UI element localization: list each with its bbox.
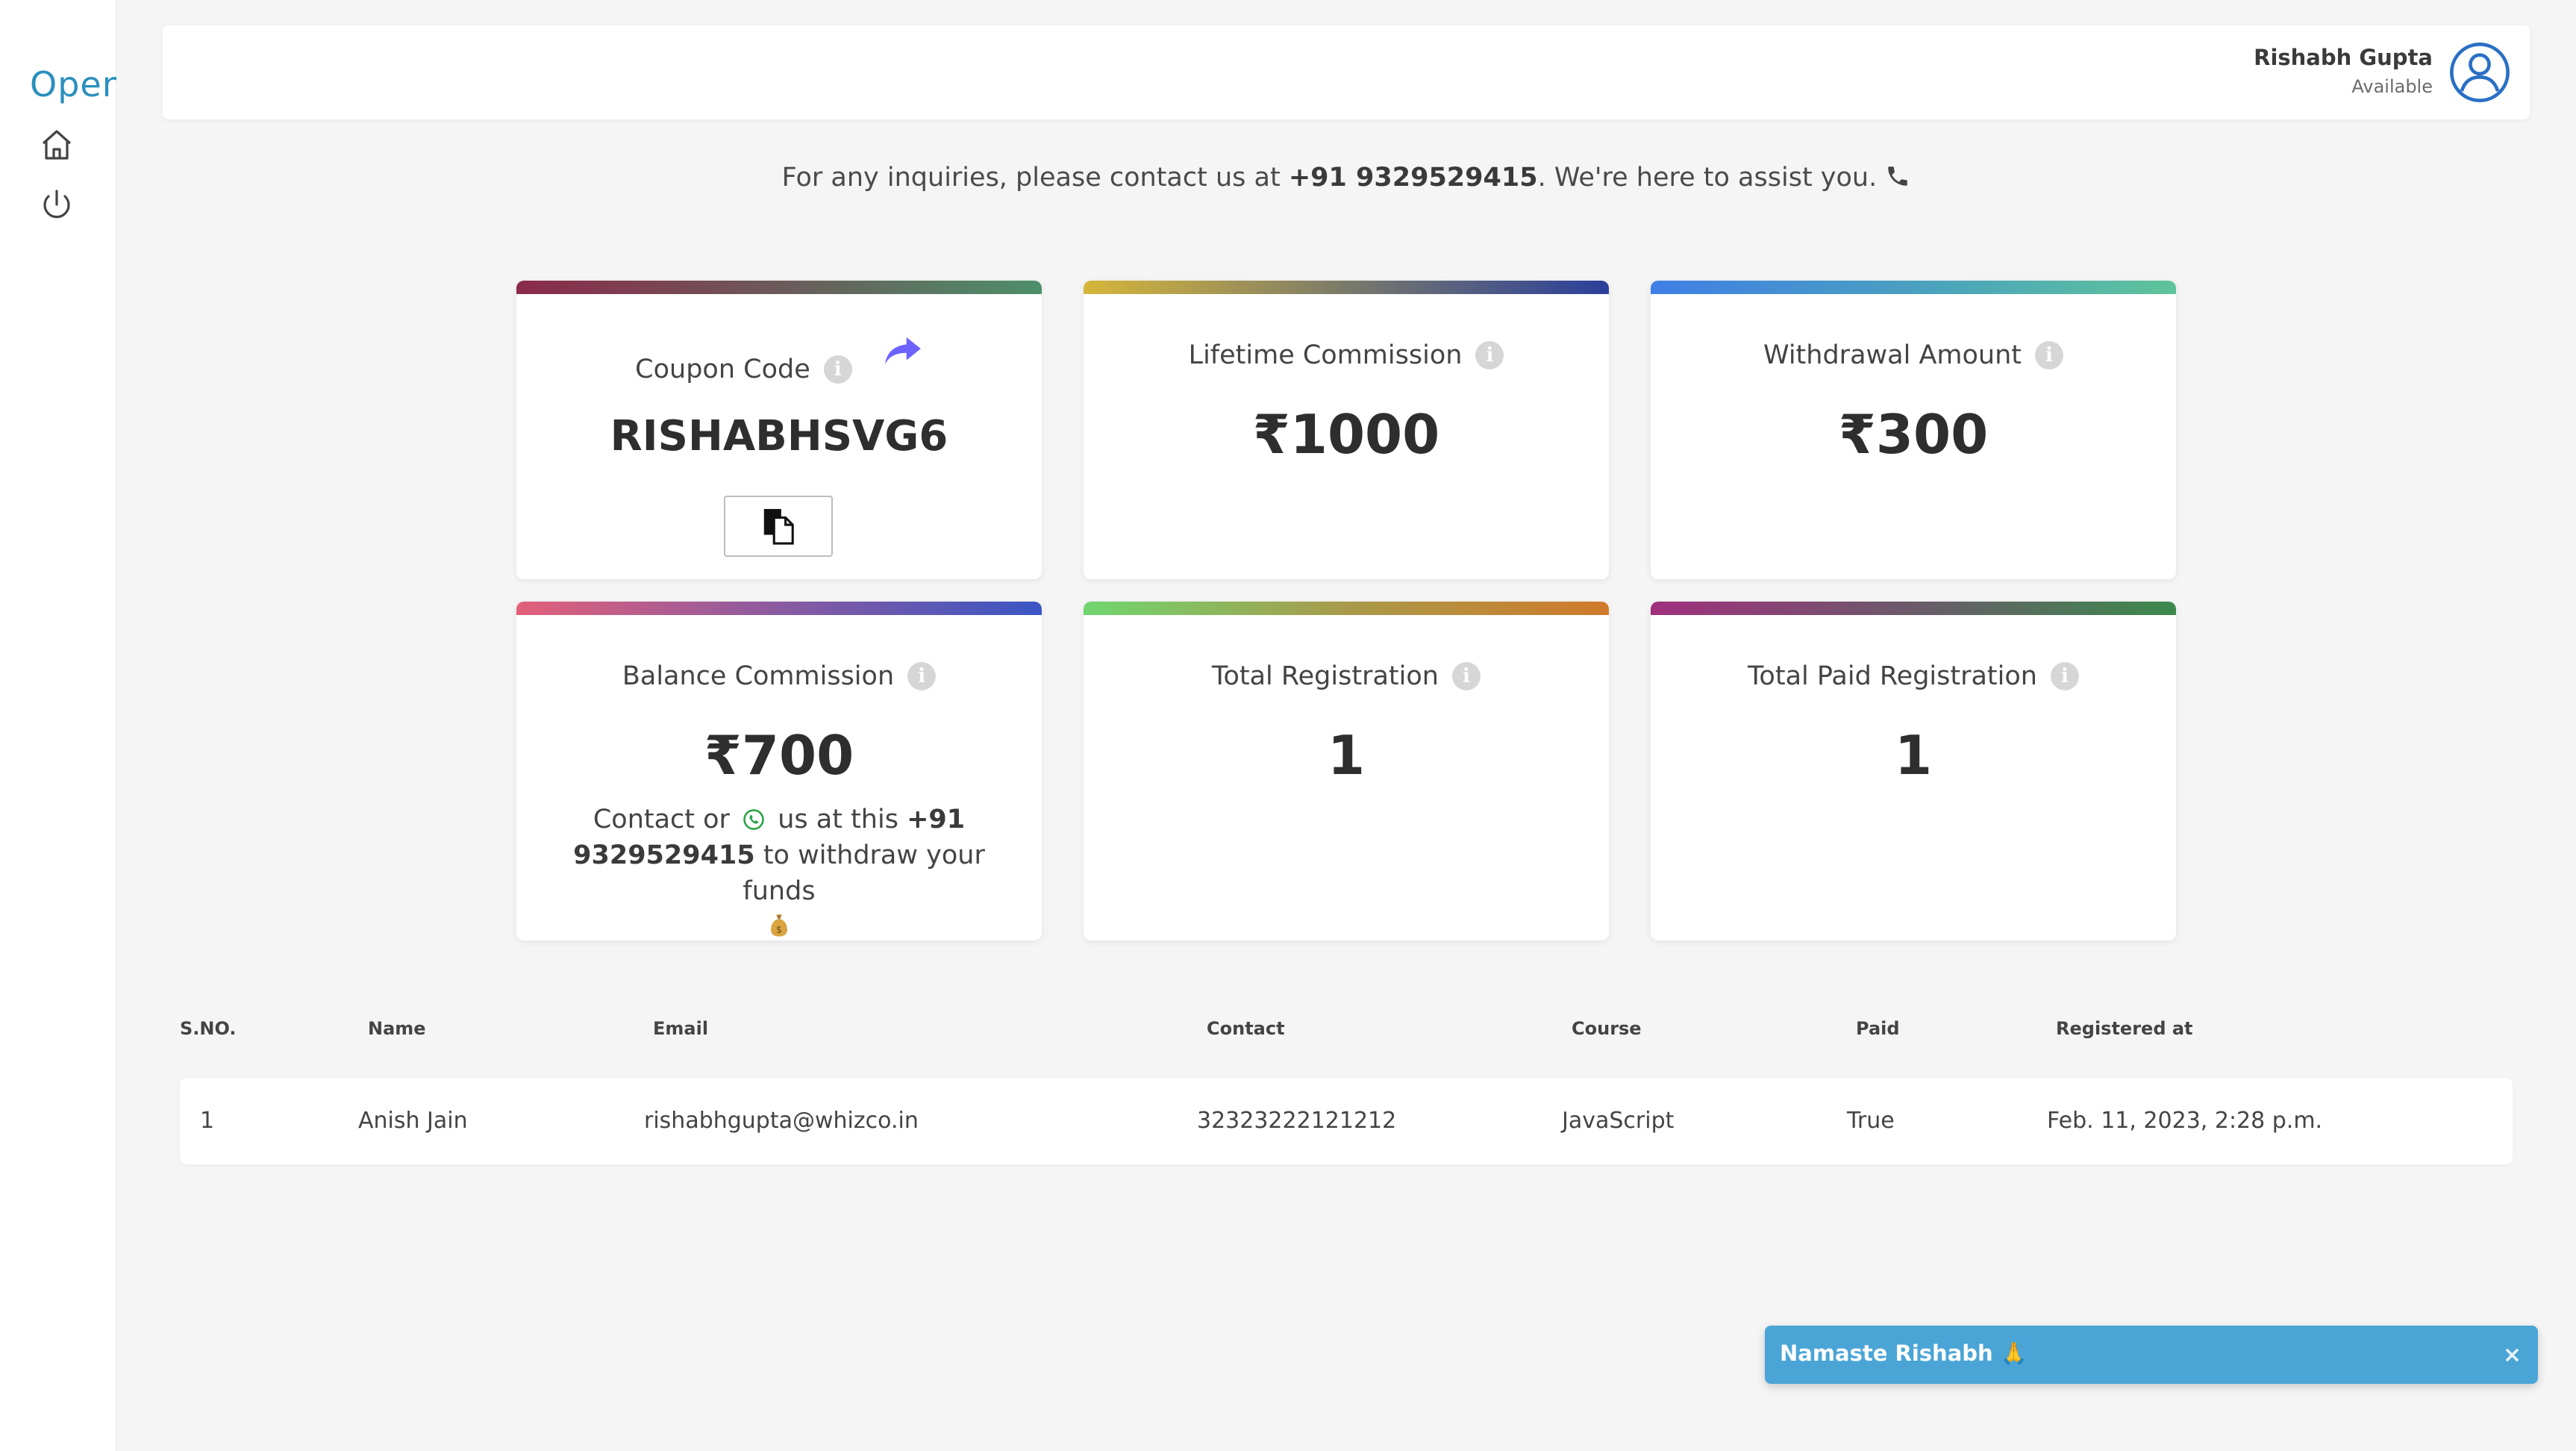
svg-text:$: $: [776, 925, 782, 935]
app-logo[interactable]: Open: [30, 64, 116, 104]
card-value-row: ₹700: [516, 724, 1042, 787]
share-icon[interactable]: [881, 334, 923, 369]
lifetime-commission-card: Lifetime Commission i ₹1000: [1084, 281, 1609, 579]
inquiry-phone: +91 9329529415: [1288, 163, 1538, 193]
cell-course: JavaScript: [1562, 1108, 1675, 1134]
user-status: Available: [2351, 76, 2433, 97]
card-accent-bar: [1084, 602, 1609, 615]
card-title: Coupon Code: [635, 355, 810, 384]
card-title: Withdrawal Amount: [1763, 340, 2022, 370]
top-header: Rishabh Gupta Available: [163, 25, 2530, 119]
total-paid-registration-value: 1: [1894, 724, 1933, 787]
toast-message: Namaste Rishabh 🙏: [1780, 1341, 2028, 1366]
total-paid-registration-card: Total Paid Registration i 1: [1651, 602, 2176, 940]
info-icon[interactable]: i: [1451, 662, 1481, 690]
inquiry-prefix: For any inquiries, please contact us at: [781, 163, 1289, 193]
card-title-row: Lifetime Commission i: [1084, 340, 1609, 370]
cell-sno: 1: [200, 1108, 215, 1134]
home-icon[interactable]: [39, 127, 75, 163]
cell-contact: 32323222121212: [1197, 1108, 1397, 1134]
card-value-row: RISHABHSVG6: [516, 412, 1042, 461]
table-header-paid: Paid: [1856, 1018, 1900, 1039]
money-bag-icon: $: [768, 912, 790, 937]
card-title-row: Coupon Code i: [516, 337, 1042, 384]
whatsapp-icon[interactable]: [743, 805, 765, 830]
table-header-contact: Contact: [1207, 1018, 1285, 1039]
table-header-sno: S.NO.: [180, 1018, 237, 1039]
copy-button[interactable]: [724, 496, 833, 557]
card-accent-bar: [1084, 281, 1609, 294]
sidebar: Open: [0, 0, 116, 1451]
table-header-registered-at: Registered at: [2056, 1018, 2193, 1039]
contact-suffix: to withdraw your funds: [743, 840, 985, 906]
card-title: Balance Commission: [622, 661, 895, 691]
contact-middle: us at this: [778, 805, 898, 834]
card-title-row: Total Registration i: [1084, 661, 1609, 691]
table-header-email: Email: [653, 1018, 709, 1039]
balance-commission-card: Balance Commission i ₹700 Contact or us …: [516, 602, 1042, 940]
cell-registered-at: Feb. 11, 2023, 2:28 p.m.: [2047, 1108, 2323, 1134]
lifetime-commission-value: ₹1000: [1252, 403, 1440, 466]
coupon-code-card: Coupon Code i RISHABHSVG6: [516, 281, 1042, 579]
cell-paid: True: [1847, 1108, 1895, 1134]
card-title: Lifetime Commission: [1188, 340, 1463, 370]
info-icon[interactable]: i: [823, 355, 852, 384]
total-registration-card: Total Registration i 1: [1084, 602, 1609, 940]
card-value-row: 1: [1084, 724, 1609, 787]
info-icon[interactable]: i: [1475, 341, 1504, 369]
card-title-row: Balance Commission i: [516, 661, 1042, 691]
total-registration-value: 1: [1327, 724, 1366, 787]
copy-icon: [763, 508, 794, 545]
card-title: Total Paid Registration: [1748, 661, 2037, 691]
greeting-toast: Namaste Rishabh 🙏 ×: [1765, 1326, 2538, 1384]
card-value-row: 1: [1651, 724, 2176, 787]
inquiry-message: For any inquiries, please contact us at …: [0, 163, 2576, 193]
contact-prefix: Contact or: [593, 805, 730, 834]
table-header-course: Course: [1572, 1018, 1642, 1039]
card-title-row: Withdrawal Amount i: [1651, 340, 2176, 370]
phone-icon: [1885, 163, 1910, 189]
withdrawal-amount-value: ₹300: [1838, 403, 1989, 466]
info-icon[interactable]: i: [2050, 662, 2079, 690]
card-accent-bar: [1651, 281, 2176, 294]
balance-commission-value: ₹700: [704, 724, 854, 787]
withdraw-contact-text: Contact or us at this +91 9329529415 to …: [546, 802, 1012, 940]
inquiry-suffix: . We're here to assist you.: [1537, 163, 1878, 193]
card-accent-bar: [516, 281, 1042, 294]
card-value-row: ₹1000: [1084, 403, 1609, 466]
withdrawal-amount-card: Withdrawal Amount i ₹300: [1651, 281, 2176, 579]
card-title-row: Total Paid Registration i: [1651, 661, 2176, 691]
card-accent-bar: [1651, 602, 2176, 615]
table-header-name: Name: [368, 1018, 426, 1039]
card-value-row: ₹300: [1651, 403, 2176, 466]
coupon-code-value: RISHABHSVG6: [610, 412, 948, 461]
card-title: Total Registration: [1212, 661, 1439, 691]
info-icon[interactable]: i: [907, 662, 937, 690]
info-icon[interactable]: i: [2034, 341, 2063, 369]
close-icon[interactable]: ×: [2503, 1342, 2522, 1368]
cell-name: Anish Jain: [358, 1108, 468, 1134]
cell-email: rishabhgupta@whizco.in: [644, 1108, 919, 1134]
user-name: Rishabh Gupta: [2254, 45, 2433, 70]
card-accent-bar: [516, 602, 1042, 615]
user-circle-icon[interactable]: [2448, 40, 2512, 104]
